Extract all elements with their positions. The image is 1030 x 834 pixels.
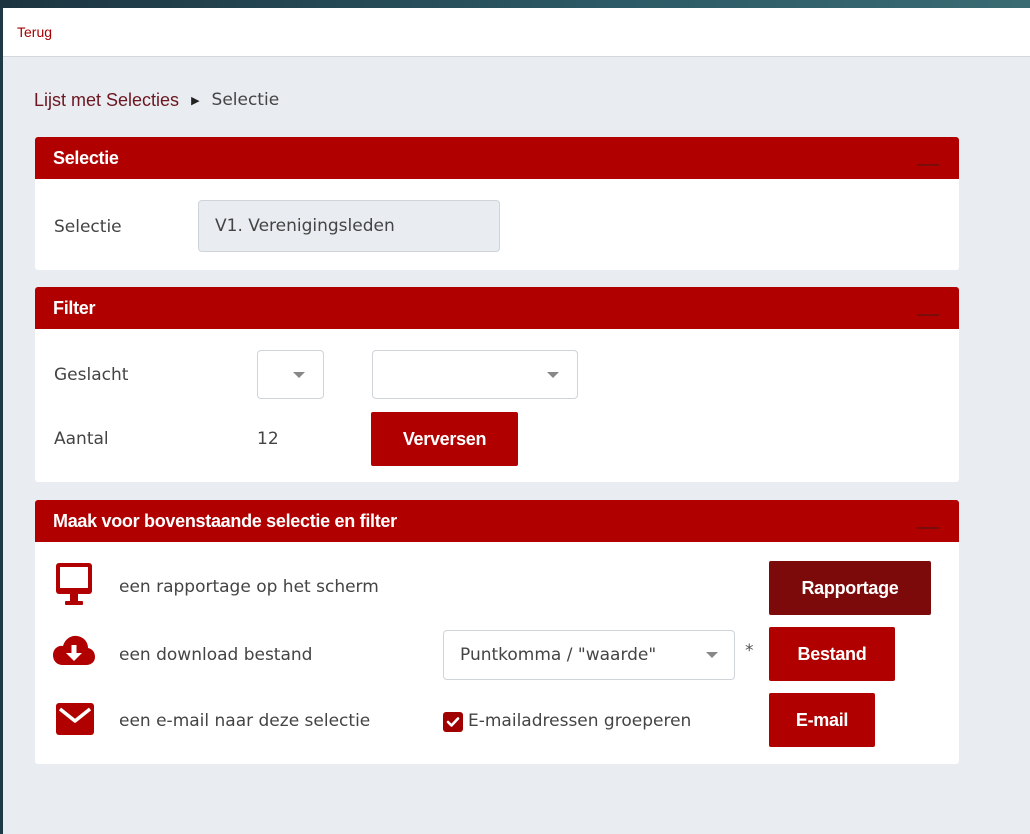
output-panel-header: Maak voor bovenstaande selectie en filte… — [35, 500, 959, 542]
collapse-icon[interactable] — [917, 527, 939, 529]
group-emails-label[interactable]: E-mailadressen groeperen — [468, 711, 691, 731]
chevron-down-icon — [293, 371, 305, 378]
file-button[interactable]: Bestand — [769, 627, 895, 681]
gender-value-select[interactable] — [372, 350, 578, 399]
selectie-field-value: V1. Verenigingsleden — [198, 200, 500, 252]
caret-right-icon: ▶ — [191, 93, 200, 107]
selectie-panel: Selectie Selectie V1. Verenigingsleden — [35, 137, 959, 270]
email-button[interactable]: E-mail — [769, 693, 875, 747]
top-bar: Terug — [3, 8, 1030, 57]
download-format-select[interactable]: Puntkomma / "waarde" — [443, 630, 735, 680]
count-value: 12 — [257, 429, 279, 449]
group-emails-checkbox[interactable] — [443, 712, 463, 732]
app-container: Terug Lijst met Selecties ▶ Selectie Sel… — [3, 8, 1030, 834]
output-panel: Maak voor bovenstaande selectie en filte… — [35, 500, 959, 764]
window-top-strip — [0, 0, 1030, 8]
gender-operator-select[interactable] — [257, 350, 324, 399]
report-text: een rapportage op het scherm — [119, 577, 379, 597]
cloud-download-icon — [53, 635, 95, 665]
filter-panel-header: Filter — [35, 287, 959, 329]
selectie-panel-title: Selectie — [53, 147, 119, 168]
gender-label: Geslacht — [54, 365, 129, 385]
breadcrumb-current: Selectie — [211, 90, 280, 110]
envelope-icon — [56, 703, 94, 735]
back-link[interactable]: Terug — [17, 24, 52, 40]
filter-panel: Filter Geslacht Aantal 12 Verversen — [35, 287, 959, 482]
checkmark-icon — [446, 717, 460, 727]
download-text: een download bestand — [119, 645, 313, 665]
chevron-down-icon — [547, 371, 559, 378]
collapse-icon[interactable] — [917, 164, 939, 166]
required-asterisk: * — [745, 641, 754, 661]
email-text: een e-mail naar deze selectie — [119, 711, 371, 731]
breadcrumb-parent-link[interactable]: Lijst met Selecties — [34, 90, 179, 111]
refresh-button[interactable]: Verversen — [371, 412, 518, 466]
report-button[interactable]: Rapportage — [769, 561, 931, 615]
count-label: Aantal — [54, 429, 109, 449]
collapse-icon[interactable] — [917, 314, 939, 316]
filter-panel-title: Filter — [53, 297, 96, 318]
chevron-down-icon — [706, 652, 718, 658]
selectie-panel-header: Selectie — [35, 137, 959, 179]
breadcrumb: Lijst met Selecties ▶ Selectie — [34, 88, 279, 112]
monitor-icon — [56, 563, 92, 605]
output-panel-title: Maak voor bovenstaande selectie en filte… — [53, 510, 397, 531]
selectie-field-label: Selectie — [54, 217, 122, 237]
